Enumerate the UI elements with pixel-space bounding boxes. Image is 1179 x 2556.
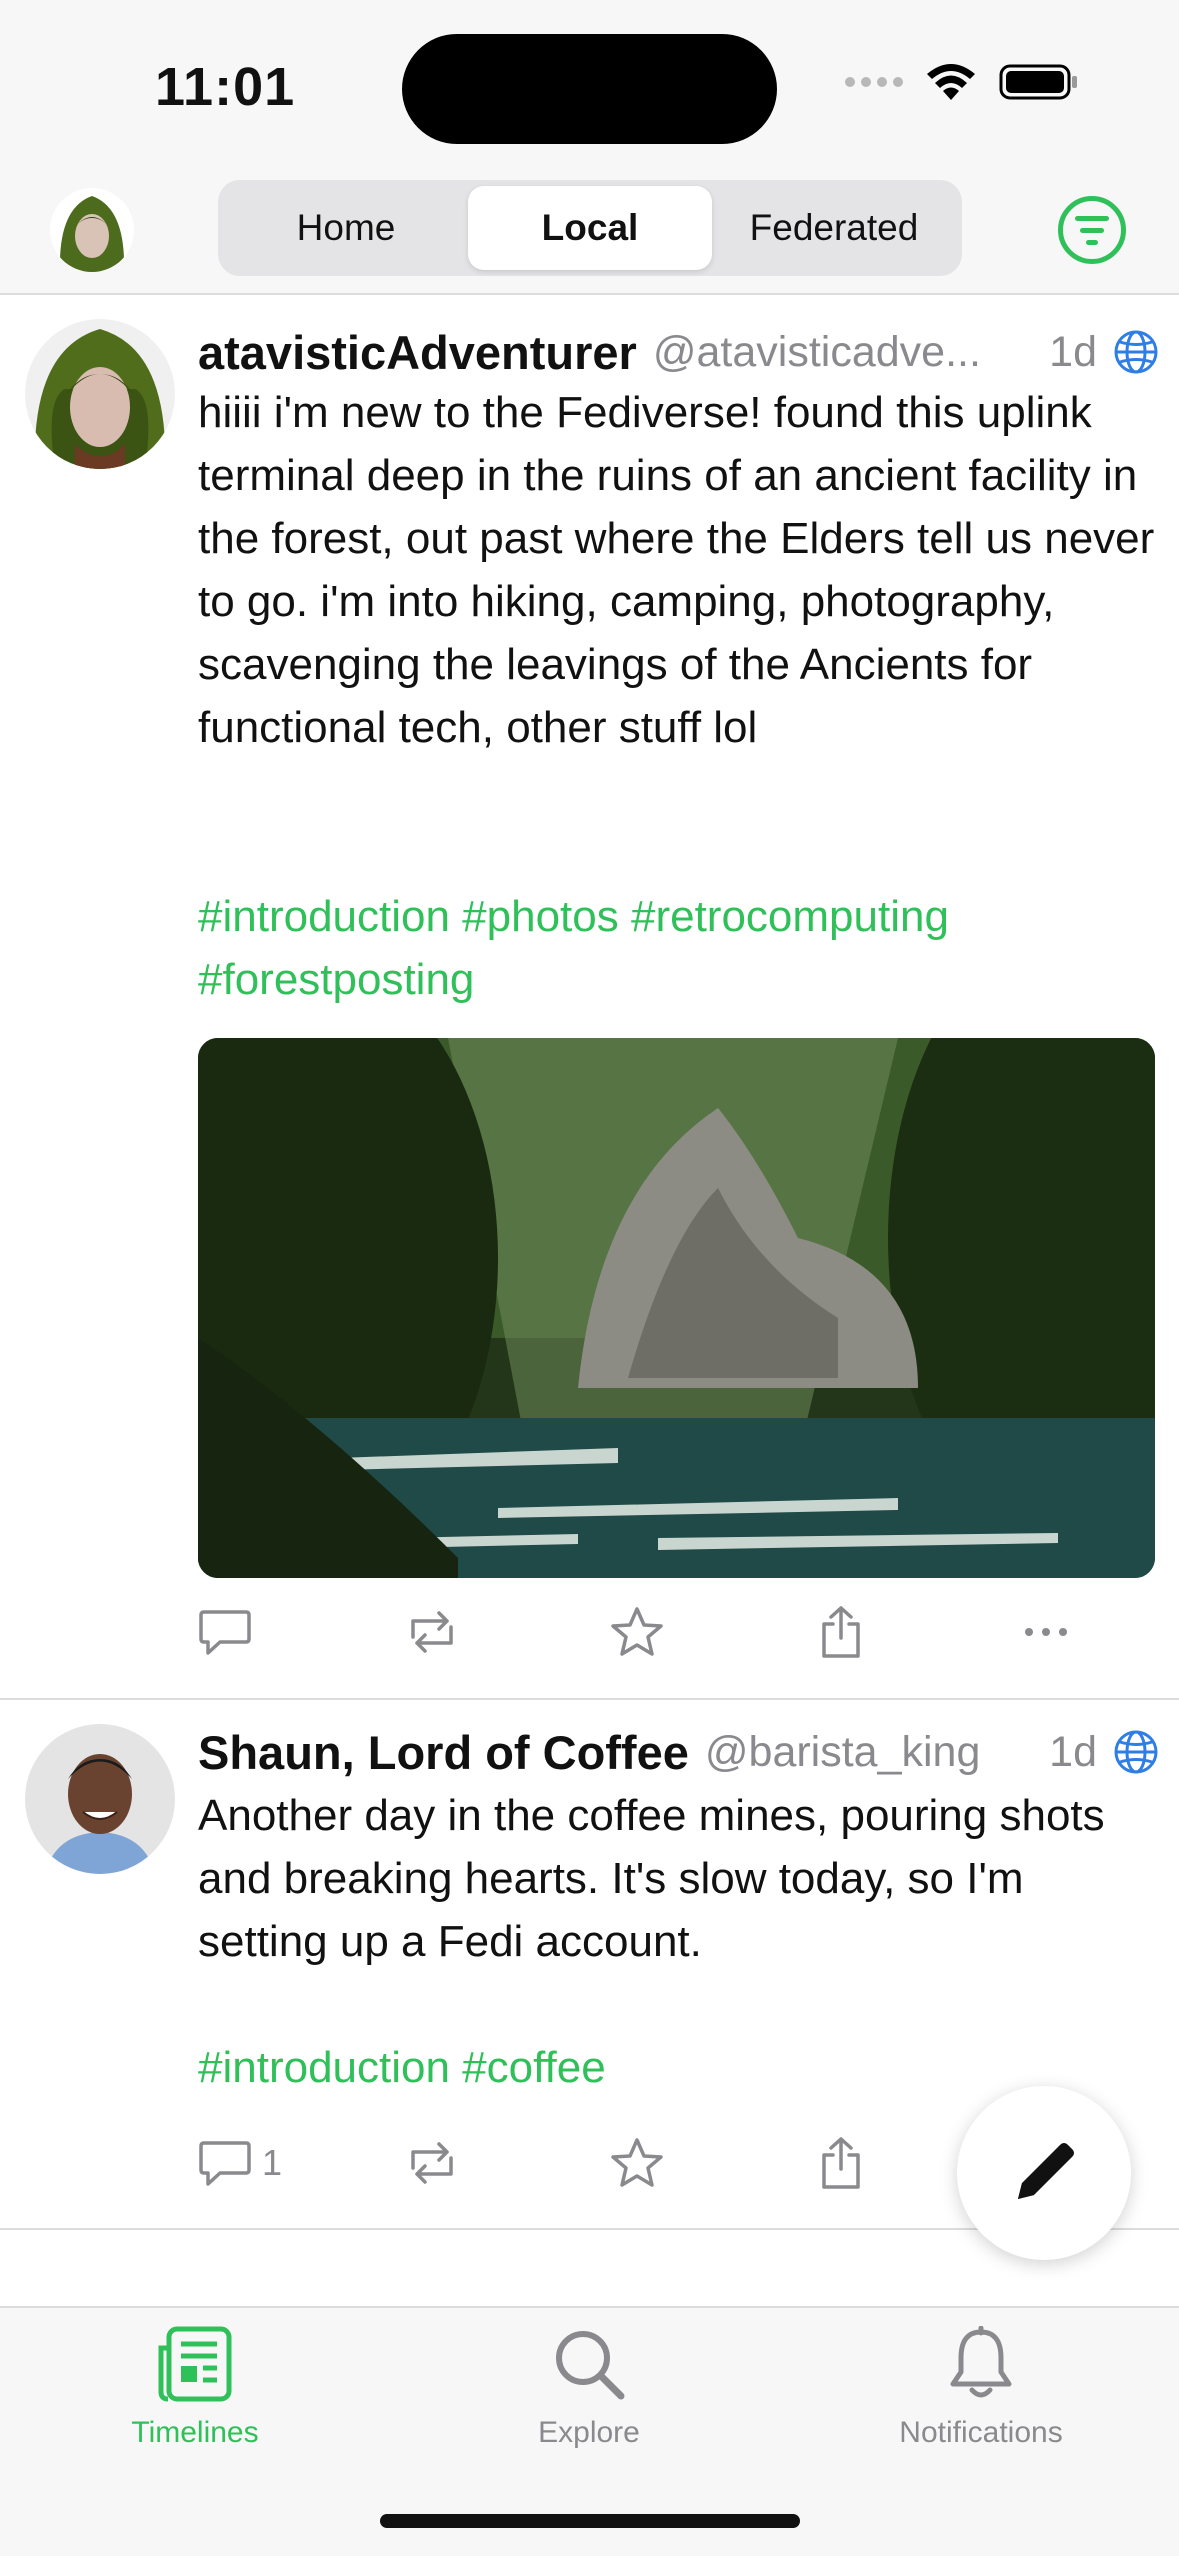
post-time: 1d (1049, 1727, 1097, 1776)
post-hashtags[interactable]: #introduction #photos #retrocomputing #f… (198, 885, 1158, 1011)
post-header: Shaun, Lord of Coffee @barista_king 1d (198, 1722, 1159, 1782)
tab-explore[interactable]: Explore (459, 2326, 719, 2450)
timelines-icon (158, 2326, 232, 2402)
share-icon (822, 2137, 860, 2189)
share-button[interactable] (818, 1597, 864, 1667)
author-display-name[interactable]: atavisticAdventurer (198, 325, 637, 380)
status-time: 11:01 (155, 57, 296, 117)
reply-button[interactable] (198, 1597, 252, 1667)
status-icons (845, 62, 1079, 102)
boost-button[interactable] (403, 1597, 461, 1667)
tab-federated[interactable]: Federated (712, 186, 956, 270)
home-indicator (380, 2514, 800, 2528)
compose-button[interactable] (957, 2086, 1131, 2260)
author-avatar[interactable] (25, 1724, 175, 1874)
globe-icon (1114, 330, 1158, 374)
avatar-image (25, 319, 175, 469)
author-handle[interactable]: @barista_king (705, 1728, 1033, 1777)
tab-label: Explore (538, 2416, 640, 2449)
timeline-segmented-control: Home Local Federated (218, 180, 962, 276)
battery-icon (999, 64, 1077, 100)
post-hashtags[interactable]: #introduction #coffee (198, 2036, 1158, 2099)
account-avatar-button[interactable] (50, 188, 134, 272)
boost-icon (411, 2142, 453, 2184)
tab-home[interactable]: Home (224, 186, 468, 270)
more-button[interactable] (1023, 1597, 1069, 1667)
bell-icon (950, 2326, 1012, 2398)
star-icon (611, 2138, 663, 2187)
wifi-icon (927, 64, 975, 100)
favorite-button[interactable] (610, 1597, 664, 1667)
author-avatar[interactable] (25, 319, 175, 469)
filter-icon[interactable] (1058, 196, 1126, 264)
reply-icon (199, 2141, 251, 2186)
reply-icon (199, 1610, 251, 1655)
star-icon (611, 1607, 663, 1656)
post-time: 1d (1049, 327, 1097, 376)
reply-count: 1 (262, 2142, 283, 2183)
tab-label: Timelines (131, 2416, 259, 2449)
post-body: hiiii i'm new to the Fediverse! found th… (198, 388, 1155, 752)
status-bar: 11:01 (0, 0, 1179, 170)
post-actions (198, 1597, 1098, 1667)
favorite-button[interactable] (610, 2128, 664, 2198)
share-button[interactable] (818, 2128, 864, 2198)
author-handle[interactable]: @atavisticadve... (653, 328, 1033, 377)
avatar (50, 188, 134, 272)
search-icon (556, 2331, 625, 2400)
post-media-image[interactable] (198, 1038, 1155, 1578)
post-header: atavisticAdventurer @atavisticadve... 1d (198, 322, 1159, 382)
more-icon (1025, 1628, 1067, 1636)
post-body: Another day in the coffee mines, pouring… (198, 1791, 1105, 1966)
avatar-image (25, 1724, 175, 1874)
tab-local[interactable]: Local (468, 186, 712, 270)
share-icon (822, 1606, 860, 1658)
tab-notifications[interactable]: Notifications (851, 2326, 1111, 2450)
status-post[interactable]: atavisticAdventurer @atavisticadve... 1d… (0, 297, 1179, 1700)
boost-icon (411, 1611, 453, 1653)
nav-bar: Home Local Federated (0, 170, 1179, 295)
tab-label: Notifications (899, 2416, 1063, 2449)
globe-icon (1114, 1730, 1158, 1774)
pencil-icon (1018, 2143, 1074, 2199)
forest-ruins-image (198, 1038, 1155, 1578)
tab-timelines[interactable]: Timelines (65, 2326, 325, 2450)
cellular-signal-icon (845, 77, 903, 87)
dynamic-island (402, 34, 777, 144)
author-display-name[interactable]: Shaun, Lord of Coffee (198, 1725, 689, 1780)
boost-button[interactable] (403, 2128, 461, 2198)
reply-button[interactable]: 1 (198, 2128, 282, 2198)
